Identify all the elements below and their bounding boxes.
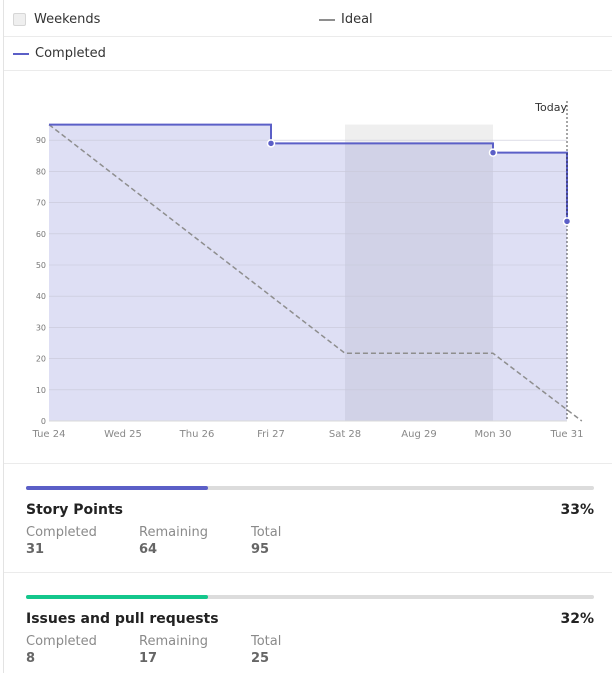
completed-label: Completed — [26, 634, 97, 649]
x-tick-label: Tue 24 — [32, 429, 66, 440]
x-tick-label: Mon 30 — [475, 429, 512, 440]
story-points-stats: Story Points 33% Completed 31 Remaining … — [4, 463, 612, 572]
issues-title: Issues and pull requests — [26, 611, 219, 627]
completed-area — [49, 124, 567, 421]
x-tick-label: Tue 31 — [550, 429, 584, 440]
total-label: Total — [251, 525, 282, 540]
x-tick-label: Fri 27 — [257, 429, 285, 440]
y-tick-label: 50 — [36, 261, 46, 270]
ideal-swatch — [319, 18, 335, 21]
completed-value: 8 — [26, 651, 36, 666]
story-points-completed: Completed 31 — [26, 525, 97, 557]
y-tick-label: 20 — [36, 355, 46, 364]
issues-percent: 32% — [560, 611, 594, 627]
x-tick-label: Aug 29 — [401, 429, 436, 440]
total-value: 25 — [251, 651, 270, 666]
issues-remaining: Remaining 17 — [139, 634, 208, 666]
x-tick-label: Sat 28 — [329, 429, 361, 440]
legend-row-1: Weekends Ideal — [4, 3, 612, 37]
story-points-progress-track — [26, 486, 594, 490]
completed-point — [562, 217, 572, 226]
legend-row-2: Completed — [4, 37, 612, 71]
issues-progress-track — [26, 595, 594, 599]
issues-stats: Issues and pull requests 32% Completed 8… — [4, 572, 612, 674]
y-tick-label: 70 — [36, 199, 46, 208]
issues-total: Total 25 — [251, 634, 281, 666]
completed-point — [266, 139, 276, 148]
remaining-value: 64 — [139, 542, 158, 557]
legend-ideal-label: Ideal — [341, 12, 373, 27]
legend-completed-label: Completed — [35, 46, 106, 61]
legend-weekends-label: Weekends — [34, 12, 101, 27]
y-tick-label: 0 — [41, 417, 46, 426]
y-tick-label: 60 — [36, 230, 46, 239]
x-tick-label: Wed 25 — [104, 429, 142, 440]
legend-completed[interactable]: Completed — [13, 46, 106, 61]
completed-label: Completed — [26, 525, 97, 540]
y-tick-label: 10 — [36, 386, 46, 395]
issues-progress-fill — [26, 595, 208, 599]
today-label: Today — [534, 101, 567, 114]
y-tick-label: 30 — [36, 323, 46, 332]
legend-weekends[interactable]: Weekends — [13, 12, 100, 27]
y-tick-label: 80 — [36, 167, 46, 176]
burndown-chart: 0 10 20 30 40 50 60 70 80 90 Tue 24 Wed 25 Thu 26 Fri… — [32, 101, 584, 440]
remaining-label: Remaining — [139, 525, 209, 540]
total-label: Total — [251, 634, 282, 649]
story-points-remaining: Remaining 64 — [139, 525, 208, 557]
completed-swatch — [13, 52, 29, 55]
story-points-progress-fill — [26, 486, 208, 490]
x-tick-label: Thu 26 — [179, 429, 215, 440]
total-value: 95 — [251, 542, 270, 557]
issues-completed: Completed 8 — [26, 634, 97, 666]
completed-value: 31 — [26, 542, 45, 557]
weekends-swatch — [13, 13, 26, 26]
remaining-value: 17 — [139, 651, 158, 666]
story-points-title: Story Points — [26, 502, 123, 518]
completed-point — [488, 148, 498, 157]
y-tick-label: 40 — [36, 292, 46, 301]
story-points-total: Total 95 — [251, 525, 281, 557]
remaining-label: Remaining — [139, 634, 209, 649]
y-tick-label: 90 — [36, 136, 46, 145]
legend-ideal[interactable]: Ideal — [319, 12, 373, 27]
story-points-percent: 33% — [560, 502, 594, 518]
